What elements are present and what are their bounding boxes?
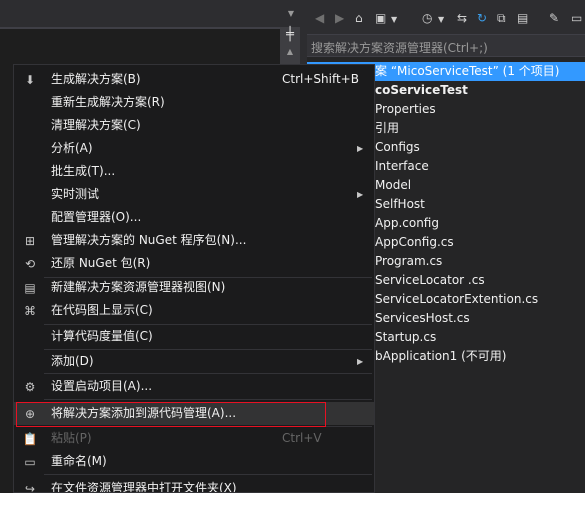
menu-item-open-in-explorer[interactable]: ↪ 在文件资源管理器中打开文件夹(X) [14,477,374,493]
submenu-arrow-icon: ▶ [357,190,364,199]
navigation-bar[interactable]: ▼ [0,0,300,27]
menu-item-set-startup-projects[interactable]: ⚙ 设置启动项目(A)... [14,375,374,398]
menu-item-shortcut: Ctrl+V [282,431,322,445]
menu-item-new-explorer-view[interactable]: ▤ 新建解决方案资源管理器视图(N) [14,276,374,299]
preview-icon[interactable]: ▭ [571,11,582,25]
menu-item-paste: 📋 粘贴(P) Ctrl+V [14,427,374,450]
refresh-icon[interactable]: ↻ [477,11,487,25]
build-icon: ⬇ [24,73,36,87]
menu-item-live-testing[interactable]: 实时测试 ▶ [14,183,374,206]
menu-item-label: 新建解决方案资源管理器视图(N) [51,280,226,294]
menu-item-build-solution[interactable]: ⬇ 生成解决方案(B) Ctrl+Shift+B [14,68,374,91]
rename-icon: ▭ [24,455,36,469]
menu-item-label: 实时测试 [51,187,100,201]
menu-item-label: 粘贴(P) [51,431,92,445]
menu-item-label: 重命名(M) [51,454,107,468]
tree-item-selfhost[interactable]: SelfHost [375,195,425,214]
submenu-arrow-icon: ▶ [357,357,364,366]
tree-item-configs[interactable]: Configs [375,138,420,157]
tree-item-label: 案 “MicoServiceTest” (1 个项目) [375,64,560,78]
menu-separator [44,474,372,475]
scroll-up-icon[interactable]: ▲ [280,45,300,59]
menu-item-label: 还原 NuGet 包(R) [51,256,151,270]
menu-item-label: 在文件资源管理器中打开文件夹(X) [51,481,237,493]
tree-item-serviceshost-cs[interactable]: ServicesHost.cs [375,309,470,328]
new-view-icon: ▤ [24,281,36,295]
menu-item-rebuild-solution[interactable]: 重新生成解决方案(R) [14,91,374,114]
restore-package-icon: ⟲ [24,257,36,271]
tree-item-project[interactable]: coServiceTest [375,81,468,100]
menu-item-shortcut: Ctrl+Shift+B [282,72,359,86]
highlight-box [16,402,326,427]
menu-item-label: 重新生成解决方案(R) [51,95,165,109]
menu-item-analyze[interactable]: 分析(A) ▶ [14,137,374,160]
menu-item-add[interactable]: 添加(D) ▶ [14,350,374,373]
open-folder-icon: ↪ [24,482,36,493]
menu-item-clean-solution[interactable]: 清理解决方案(C) [14,114,374,137]
tree-item-program-cs[interactable]: Program.cs [375,252,442,271]
submenu-arrow-icon: ▶ [357,144,364,153]
dropdown-arrow-icon[interactable]: ▼ [391,13,397,27]
menu-item-label: 配置管理器(O)... [51,210,142,224]
split-window-icon[interactable]: ╪ [280,27,300,43]
forward-icon[interactable]: ▶ [335,11,344,25]
code-map-icon: ⌘ [24,304,36,318]
show-all-files-icon[interactable]: ▤ [517,11,528,25]
search-input[interactable]: 搜索解决方案资源管理器(Ctrl+;) [307,34,585,57]
tree-item-appconfig-cs[interactable]: AppConfig.cs [375,233,454,252]
menu-item-restore-nuget[interactable]: ⟲ 还原 NuGet 包(R) [14,252,374,275]
collapse-all-icon[interactable]: ⧉ [497,11,506,25]
sync-icon[interactable]: ⇆ [457,11,467,25]
nuget-package-icon: ⊞ [24,234,36,248]
tree-item-interface[interactable]: Interface [375,157,429,176]
menu-item-label: 清理解决方案(C) [51,118,141,132]
home-icon[interactable]: ⌂ [355,11,363,25]
menu-item-label: 添加(D) [51,354,94,368]
divider [0,27,300,29]
tree-item-servicelocatorextention-cs[interactable]: ServiceLocatorExtention.cs [375,290,538,309]
menu-item-label: 批生成(T)... [51,164,116,178]
menu-item-show-on-code-map[interactable]: ⌘ 在代码图上显示(C) [14,299,374,322]
menu-item-rename[interactable]: ▭ 重命名(M) [14,450,374,473]
tree-item-startup-cs[interactable]: Startup.cs [375,328,436,347]
menu-item-calculate-metrics[interactable]: 计算代码度量值(C) [14,325,374,348]
switch-views-icon[interactable]: ▣ [375,11,386,25]
dropdown-arrow-icon[interactable]: ▼ [438,13,444,27]
context-menu: ⬇ 生成解决方案(B) Ctrl+Shift+B 重新生成解决方案(R) 清理解… [13,64,375,493]
menu-item-label: 计算代码度量值(C) [51,329,153,343]
menu-separator [44,373,372,374]
menu-item-label: 在代码图上显示(C) [51,303,153,317]
menu-item-batch-build[interactable]: 批生成(T)... [14,160,374,183]
menu-item-label: 管理解决方案的 NuGet 程序包(N)... [51,233,247,247]
search-placeholder: 搜索解决方案资源管理器(Ctrl+;) [311,41,488,55]
tree-item-servicelocator-cs[interactable]: ServiceLocator .cs [375,271,485,290]
tree-item-model[interactable]: Model [375,176,411,195]
menu-item-label: 设置启动项目(A)... [51,379,153,393]
history-icon[interactable]: ◷ [422,11,432,25]
tree-item-references[interactable]: 引用 [375,119,399,138]
tree-item-properties[interactable]: Properties [375,100,436,119]
back-icon[interactable]: ◀ [315,11,324,25]
menu-item-manage-nuget[interactable]: ⊞ 管理解决方案的 NuGet 程序包(N)... [14,229,374,252]
tree-item-app-config[interactable]: App.config [375,214,439,233]
tree-item-webapplication[interactable]: bApplication1 (不可用) [375,347,506,366]
properties-icon[interactable]: ✎ [549,11,559,25]
menu-item-configuration-manager[interactable]: 配置管理器(O)... [14,206,374,229]
gear-icon: ⚙ [24,380,36,394]
solution-explorer-toolbar: ◀ ▶ ⌂ ▣ ▼ ◷ ▼ ⇆ ↻ ⧉ ▤ ✎ ▭ [307,0,585,34]
menu-separator [44,399,372,400]
paste-icon: 📋 [22,432,38,446]
menu-item-label: 分析(A) [51,141,93,155]
menu-item-label: 生成解决方案(B) [51,72,141,86]
chevron-down-icon[interactable]: ▼ [288,9,294,18]
